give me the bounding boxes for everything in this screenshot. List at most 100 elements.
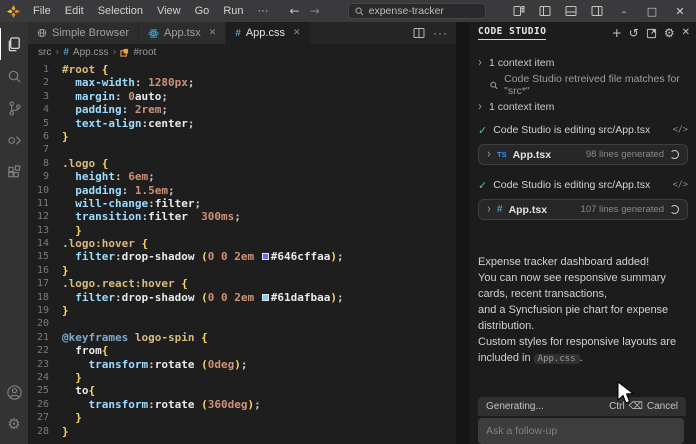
- code-line[interactable]: 26 transform:rotate (360deg);: [28, 398, 456, 411]
- more-actions-icon[interactable]: ···: [433, 26, 448, 40]
- code-line[interactable]: 19}: [28, 304, 456, 317]
- code-line[interactable]: 1#root {: [28, 63, 456, 76]
- minimize-button[interactable]: –: [612, 0, 636, 22]
- code-text: .logo {: [62, 157, 108, 170]
- menu-item-selection[interactable]: Selection: [91, 0, 150, 22]
- open-in-editor-icon[interactable]: [646, 28, 657, 39]
- context-item-row[interactable]: › 1 context item: [478, 96, 688, 118]
- maximize-button[interactable]: □: [640, 0, 664, 22]
- css-rule-symbol-icon: [120, 48, 129, 57]
- cancel-button[interactable]: Cancel: [647, 401, 678, 412]
- panel-settings-icon[interactable]: ⚙: [664, 27, 675, 39]
- menu-item-[interactable]: ···: [251, 0, 276, 22]
- css-file-icon: #: [63, 47, 69, 58]
- code-line[interactable]: 4 padding: 2rem;: [28, 103, 456, 116]
- breadcrumb-symbol[interactable]: #root: [133, 47, 156, 58]
- generated-file-card[interactable]: › # App.tsx 107 lines generated: [478, 199, 688, 220]
- code-line[interactable]: 24 }: [28, 371, 456, 384]
- code-line[interactable]: 23 transform:rotate (0deg);: [28, 358, 456, 371]
- new-chat-icon[interactable]: +: [612, 27, 622, 39]
- code-icon: </>: [673, 125, 688, 135]
- code-text: filter:drop-shadow (0 0 2em #646cffaa);: [62, 250, 344, 263]
- code-line[interactable]: 9 height: 6em;: [28, 170, 456, 183]
- toggle-secondary-sidebar-icon[interactable]: [586, 0, 608, 22]
- extensions-icon[interactable]: [0, 156, 28, 188]
- code-line[interactable]: 21@keyframes logo-spin {: [28, 331, 456, 344]
- code-editor[interactable]: 1#root {2 max-width: 1280px;3 margin: 0a…: [28, 61, 456, 444]
- customize-layout-icon[interactable]: [508, 0, 530, 22]
- line-number: 9: [28, 170, 62, 183]
- history-icon[interactable]: ↺: [629, 27, 639, 39]
- line-number: 8: [28, 157, 62, 170]
- code-line[interactable]: 8.logo {: [28, 157, 456, 170]
- close-tab-icon[interactable]: ✕: [209, 28, 217, 38]
- menu-item-view[interactable]: View: [150, 0, 188, 22]
- tab-app-css[interactable]: # App.css ✕: [226, 22, 310, 44]
- editor-panel-divider[interactable]: [456, 22, 470, 444]
- close-panel-icon[interactable]: ✕: [682, 28, 690, 38]
- tab-simple-browser[interactable]: Simple Browser: [28, 22, 139, 44]
- code-line[interactable]: 16}: [28, 264, 456, 277]
- check-icon: ✓: [478, 179, 487, 192]
- search-sidebar-icon[interactable]: [0, 60, 28, 92]
- code-line[interactable]: 11 will-change:filter;: [28, 197, 456, 210]
- split-editor-icon[interactable]: [413, 27, 425, 39]
- code-line[interactable]: 2 max-width: 1280px;: [28, 76, 456, 89]
- file-chip[interactable]: App.css: [534, 354, 580, 364]
- retrieval-text: Code Studio retreived file matches for "…: [504, 73, 688, 97]
- code-line[interactable]: 25 to{: [28, 384, 456, 397]
- code-line[interactable]: 17.logo.react:hover {: [28, 277, 456, 290]
- line-number: 10: [28, 184, 62, 197]
- menu-item-run[interactable]: Run: [216, 0, 250, 22]
- code-line[interactable]: 22 from{: [28, 344, 456, 357]
- tab-app-tsx[interactable]: App.tsx ✕: [139, 22, 226, 44]
- code-line[interactable]: 28}: [28, 425, 456, 438]
- code-line[interactable]: 15 filter:drop-shadow (0 0 2em #646cffaa…: [28, 250, 456, 263]
- settings-gear-icon[interactable]: ⚙: [0, 408, 28, 440]
- close-window-button[interactable]: ✕: [668, 0, 692, 22]
- forward-arrow-icon[interactable]: →: [310, 4, 320, 18]
- toggle-sidebar-icon[interactable]: [534, 0, 556, 22]
- code-line[interactable]: 6}: [28, 130, 456, 143]
- code-line[interactable]: 18 filter:drop-shadow (0 0 2em #61dafbaa…: [28, 291, 456, 304]
- code-text: }: [62, 130, 69, 143]
- breadcrumb-file[interactable]: App.css: [73, 47, 109, 58]
- back-arrow-icon[interactable]: ←: [290, 4, 300, 18]
- generated-file-card[interactable]: › TS App.tsx 98 lines generated: [478, 144, 688, 165]
- code-line[interactable]: 5 text-align:center;: [28, 117, 456, 130]
- code-line[interactable]: 14.logo:hover {: [28, 237, 456, 250]
- code-text: }: [62, 264, 69, 277]
- source-control-icon[interactable]: [0, 92, 28, 124]
- tab-label: Simple Browser: [52, 27, 129, 39]
- menu-item-file[interactable]: File: [26, 0, 58, 22]
- toggle-panel-icon[interactable]: [560, 0, 582, 22]
- code-line[interactable]: 3 margin: 0auto;: [28, 90, 456, 103]
- context-item-row[interactable]: › 1 context item: [478, 52, 688, 74]
- code-line[interactable]: 27 }: [28, 411, 456, 424]
- account-icon[interactable]: [0, 376, 28, 408]
- code-text: }: [62, 304, 69, 317]
- code-studio-icon[interactable]: [0, 124, 28, 156]
- code-line[interactable]: 10 padding: 1.5em;: [28, 184, 456, 197]
- menu-item-edit[interactable]: Edit: [58, 0, 91, 22]
- explorer-icon[interactable]: [0, 28, 28, 60]
- followup-input[interactable]: [478, 418, 684, 444]
- line-number: 7: [28, 143, 62, 156]
- command-search-box[interactable]: expense-tracker: [348, 3, 486, 19]
- code-text: transition:filter 300ms;: [62, 210, 241, 223]
- code-line[interactable]: 20: [28, 317, 456, 330]
- code-line[interactable]: 7: [28, 143, 456, 156]
- editing-status-row: ✓ Code Studio is editing src/App.tsx </>: [478, 173, 688, 197]
- loading-spinner-icon: [670, 205, 679, 214]
- search-icon: [490, 81, 498, 90]
- generating-label: Generating...: [486, 401, 544, 412]
- breadcrumb[interactable]: src › # App.css › #root: [28, 44, 456, 61]
- breadcrumb-src[interactable]: src: [38, 47, 51, 58]
- code-line[interactable]: 13 }: [28, 224, 456, 237]
- chevron-right-icon: ›: [487, 147, 491, 161]
- menu-item-go[interactable]: Go: [188, 0, 217, 22]
- code-line[interactable]: 12 transition:filter 300ms;: [28, 210, 456, 223]
- chevron-right-icon: ›: [478, 100, 482, 114]
- close-tab-icon[interactable]: ✕: [293, 28, 301, 38]
- code-text: padding: 1.5em;: [62, 184, 175, 197]
